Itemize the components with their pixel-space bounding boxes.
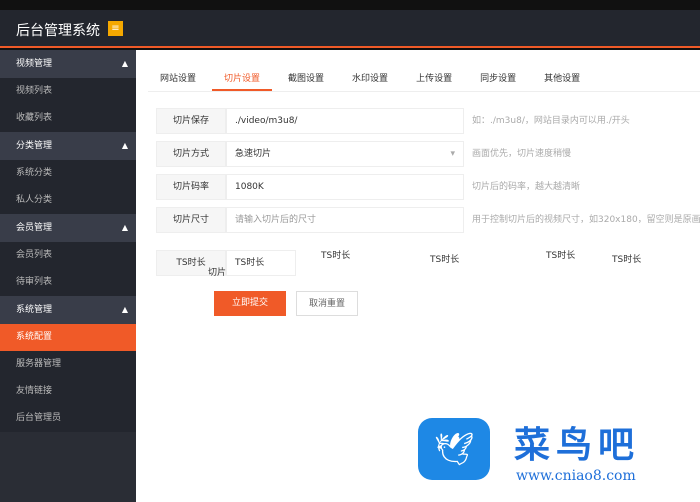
field-input[interactable]: ./video/m3u8/: [226, 108, 464, 134]
field-label: 切片码率: [156, 174, 226, 200]
ts-input[interactable]: TS时长: [226, 250, 296, 276]
sidebar-item[interactable]: 待审列表: [0, 269, 136, 296]
tab[interactable]: 其他设置: [532, 66, 592, 91]
form-row: 切片方式 急速切片 ▾ 画面优先，切片速度稍慢: [156, 141, 571, 167]
sidebar-group[interactable]: 分类管理 ▲: [0, 132, 136, 160]
sidebar-group[interactable]: 会员管理 ▲: [0, 214, 136, 242]
reset-button[interactable]: 取消重置: [296, 291, 358, 316]
sidebar: 视频管理 ▲ 视频列表收藏列表分类管理 ▲ 系统分类私人分类会员管理 ▲ 会员列表待审列表系…: [0, 50, 136, 502]
sidebar-item[interactable]: 服务器管理: [0, 351, 136, 378]
tab[interactable]: 同步设置: [468, 66, 528, 91]
field-label: 切片保存: [156, 108, 226, 134]
watermark-logo: 🕊 菜鸟吧 www.cniao8.com: [404, 410, 700, 502]
sidebar-item[interactable]: 收藏列表: [0, 105, 136, 132]
caret-up-icon: ▲: [121, 59, 128, 68]
form-row: 切片码率 1080K 切片后的码率，越大越清晰: [156, 174, 580, 200]
floating-label: TS时长: [546, 251, 576, 261]
app-title: 后台管理系统: [16, 23, 100, 39]
caret-up-icon: ▲: [121, 141, 128, 150]
field-hint: 切片后的码率，越大越清晰: [472, 182, 581, 192]
submit-button[interactable]: 立即提交: [214, 291, 286, 316]
field-input[interactable]: 请输入切片后的尺寸: [226, 207, 464, 233]
tab[interactable]: 截图设置: [276, 66, 336, 91]
sidebar-label: 友情链接: [16, 386, 53, 396]
sidebar-group[interactable]: 系统管理 ▲: [0, 296, 136, 324]
tab[interactable]: 切片设置: [212, 66, 273, 91]
sidebar-item[interactable]: 视频列表: [0, 78, 136, 105]
sidebar-label: 系统配置: [16, 332, 53, 342]
tab[interactable]: 水印设置: [340, 66, 400, 91]
caret-up-icon: ▲: [121, 223, 128, 232]
sidebar-item[interactable]: 系统配置: [0, 324, 136, 351]
sidebar-item[interactable]: 友情链接: [0, 378, 136, 405]
sidebar-label: 私人分类: [16, 195, 53, 205]
sidebar-item[interactable]: 系统分类: [0, 160, 136, 187]
form-row: 切片保存 ./video/m3u8/如：./m3u8/，网站目录内可以用./开头: [156, 108, 630, 134]
tab[interactable]: 上传设置: [404, 66, 464, 91]
form-row: 切片尺寸 请输入切片后的尺寸 用于控制切片后的视频尺寸，如320x180，留空则是原…: [156, 207, 700, 233]
sidebar-label: 会员管理: [16, 223, 53, 233]
sidebar-item[interactable]: 后台管理员: [0, 405, 136, 432]
field-input[interactable]: 急速切片 ▾: [226, 141, 464, 167]
field-input[interactable]: 1080K: [226, 174, 464, 200]
menu-toggle-icon[interactable]: ≡: [108, 21, 123, 36]
settings-tabs: 网站设置 切片设置 截图设置 水印设置 上传设置 同步设置 其他设置: [148, 66, 700, 92]
field-label: 切片尺寸: [156, 207, 226, 233]
top-bar: 后台管理系统 ≡: [0, 10, 700, 48]
floating-label: TS时长: [321, 251, 351, 261]
chevron-down-icon: ▾: [450, 149, 455, 159]
bird-icon: 🕊: [418, 418, 490, 480]
field-hint: 用于控制切片后的视频尺寸，如320x180，留空则是原画: [472, 215, 700, 225]
sidebar-label: 后台管理员: [16, 413, 62, 423]
watermark-text: 菜鸟吧: [514, 424, 641, 466]
sidebar-group[interactable]: 视频管理 ▲: [0, 50, 136, 78]
sidebar-label: 服务器管理: [16, 359, 62, 369]
sidebar-label: 分类管理: [16, 141, 53, 151]
floating-label: TS时长: [430, 255, 460, 265]
tab[interactable]: 网站设置: [148, 66, 208, 91]
sidebar-label: 系统管理: [16, 305, 53, 315]
field-hint: 如：./m3u8/，网站目录内可以用./开头: [472, 116, 630, 126]
watermark-url: www.cniao8.com: [516, 468, 636, 484]
floating-label: TS时长: [612, 255, 642, 265]
caret-up-icon: ▲: [121, 305, 128, 314]
field-label: 切片方式: [156, 141, 226, 167]
sidebar-label: 系统分类: [16, 168, 53, 178]
field-hint: 画面优先，切片速度稍慢: [472, 149, 572, 159]
sidebar-label: 收藏列表: [16, 113, 53, 123]
sidebar-item[interactable]: 私人分类: [0, 187, 136, 214]
sidebar-label: 视频列表: [16, 86, 53, 96]
overlay-text: 切片: [208, 268, 227, 278]
sidebar-label: 待审列表: [16, 277, 53, 287]
sidebar-label: 视频管理: [16, 59, 53, 69]
sidebar-item[interactable]: 会员列表: [0, 242, 136, 269]
sidebar-label: 会员列表: [16, 250, 53, 260]
